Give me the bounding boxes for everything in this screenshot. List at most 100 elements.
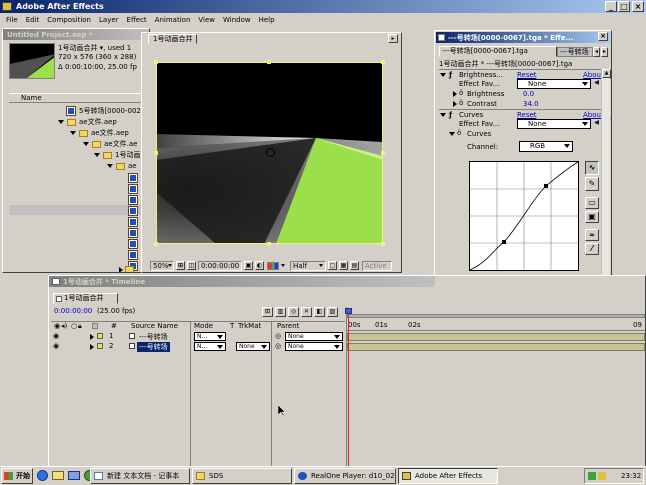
layer-row-2[interactable]: ◉ 2 ---号转场 N... None None ◎	[51, 342, 346, 352]
comp-menu-button[interactable]: ▸	[388, 34, 398, 43]
active-camera-dropdown[interactable]: Active	[362, 261, 392, 271]
fav-prev-icon[interactable]: ◀	[593, 119, 600, 128]
effects-tab-other[interactable]: ---号转场	[557, 47, 593, 57]
comp-viewer[interactable]	[156, 62, 383, 244]
reset-curve-button[interactable]: ⁄	[585, 243, 599, 255]
fx-toggle-icon[interactable]: ƒ	[449, 71, 452, 79]
region-of-interest-button[interactable]: ▢	[328, 261, 337, 270]
layer-handle[interactable]	[381, 151, 385, 155]
anchor-point-icon[interactable]	[266, 148, 275, 157]
expand-twirl-icon[interactable]	[107, 164, 113, 168]
label-color-icon[interactable]	[97, 333, 103, 339]
layer-handle[interactable]	[381, 60, 385, 64]
param-twirl-icon[interactable]	[453, 101, 457, 107]
curves-graph[interactable]	[469, 161, 579, 271]
taskbar-item-after-effects[interactable]: Adobe After Effects	[398, 468, 498, 484]
fav-prev-icon[interactable]: ◀	[593, 79, 600, 88]
layer-handle[interactable]	[267, 242, 271, 246]
menu-window[interactable]: Window	[219, 14, 255, 26]
channel-chevron-icon[interactable]	[281, 264, 285, 267]
transparency-grid-button[interactable]: ▦	[339, 261, 348, 270]
pencil-tool-button[interactable]: ✎	[585, 177, 599, 191]
label-color-icon[interactable]	[97, 343, 103, 349]
expand-twirl-icon[interactable]	[70, 131, 76, 135]
expand-twirl-icon[interactable]	[440, 113, 446, 117]
zoom-chevron-icon[interactable]	[168, 264, 172, 267]
menu-file[interactable]: File	[2, 14, 22, 26]
taskbar-item-notepad[interactable]: 新建 文本文档 - 记事本	[90, 468, 190, 484]
layer-parent-dropdown[interactable]: None	[285, 342, 343, 351]
t-header[interactable]: T	[230, 322, 234, 330]
work-area-bar[interactable]	[347, 314, 645, 318]
mode-header[interactable]: Mode	[194, 322, 213, 330]
param-twirl-icon[interactable]	[453, 91, 457, 97]
curve-tool-button[interactable]: ∿	[585, 161, 599, 175]
open-curve-button[interactable]: ▭	[585, 197, 599, 209]
collapse-twirl-icon[interactable]	[119, 267, 123, 272]
brightness-fav-dropdown[interactable]: None	[517, 79, 591, 89]
close-button[interactable]: ×	[632, 1, 644, 12]
effects-close-button[interactable]: ×	[598, 32, 608, 41]
taskbar-item-sds[interactable]: SDS	[192, 468, 292, 484]
layer-mode-dropdown[interactable]: N...	[194, 332, 226, 341]
menu-view[interactable]: View	[194, 14, 219, 26]
current-time-field[interactable]: 0:00:00:00	[198, 261, 242, 271]
project-folder-ae4[interactable]: ae	[107, 161, 137, 171]
curves-effect-row[interactable]: ƒ Curves Reset About...	[439, 109, 610, 119]
layer-trkmat-dropdown[interactable]: None	[236, 342, 270, 351]
current-time-indicator[interactable]	[348, 310, 349, 466]
stopwatch-icon[interactable]: ö	[457, 129, 461, 137]
safe-zones-button[interactable]: ⊞	[176, 261, 185, 270]
time-ruler[interactable]: 00s 01s 02s 09	[347, 321, 645, 331]
parent-header[interactable]: Parent	[277, 322, 299, 330]
quicklaunch-mail-icon[interactable]	[52, 471, 64, 480]
layer-source-name-selected[interactable]: ---号转场	[137, 342, 170, 352]
expand-twirl-icon[interactable]	[440, 73, 446, 77]
tray-network-icon[interactable]	[588, 472, 596, 480]
layer-twirl-icon[interactable]	[90, 334, 94, 340]
footage-icon[interactable]	[128, 239, 138, 249]
menu-edit[interactable]: Edit	[22, 14, 44, 26]
layer-duration-bar-2[interactable]	[347, 343, 645, 351]
layer-mode-dropdown[interactable]: N...	[194, 342, 226, 351]
comp-tab[interactable]: 1号动画合并	[148, 34, 198, 44]
quicklaunch-ie-icon[interactable]	[37, 470, 48, 481]
menu-help[interactable]: Help	[255, 14, 279, 26]
visibility-eye-icon[interactable]: ◉	[53, 332, 59, 340]
playhead-handle-icon[interactable]	[345, 308, 352, 314]
layer-handle[interactable]	[154, 60, 158, 64]
project-name-column-header[interactable]: Name	[9, 93, 149, 103]
layer-handle[interactable]	[381, 242, 385, 246]
rgb-channel-icon[interactable]	[267, 262, 279, 270]
grid-button[interactable]: ▤	[350, 261, 359, 270]
draft-3d-button[interactable]: ▨	[327, 307, 338, 317]
brightness-value[interactable]: 0.0	[523, 90, 534, 98]
expand-twirl-icon[interactable]	[58, 120, 64, 124]
fx-toggle-icon[interactable]: ƒ	[449, 111, 452, 119]
tray-clock[interactable]: 23:32	[621, 472, 641, 480]
tab-scroll-right-button[interactable]: ▸	[601, 47, 608, 57]
expand-twirl-icon[interactable]	[94, 153, 100, 157]
footage-icon[interactable]	[128, 228, 138, 238]
footage-icon[interactable]	[128, 217, 138, 227]
comp-marker-button[interactable]: ⊡	[262, 307, 273, 317]
quicklaunch-desktop-icon[interactable]	[68, 471, 80, 480]
parent-pickwhip-icon[interactable]: ◎	[275, 332, 281, 340]
live-update-button[interactable]: ◧	[314, 307, 325, 317]
tab-scroll-left-button[interactable]: ◂	[593, 47, 600, 57]
project-folder-ae3[interactable]: ae文件.ae	[83, 139, 137, 149]
visibility-eye-icon[interactable]: ◉	[53, 342, 59, 350]
project-folder-anim1[interactable]: 1号动画	[94, 150, 140, 160]
snapshot-button[interactable]: ◫	[187, 261, 196, 270]
footage-icon[interactable]	[128, 206, 138, 216]
graph-button[interactable]: ✕	[301, 307, 312, 317]
layer-handle[interactable]	[154, 242, 158, 246]
project-item-5-transition[interactable]: 5号转场[0000-002	[66, 106, 141, 116]
effects-tab-active[interactable]: ---号转场[0000-0067].tga	[439, 46, 557, 57]
start-button[interactable]: 开始	[1, 468, 33, 484]
layer-source-name[interactable]: ---号转场	[139, 332, 168, 342]
channel-dropdown[interactable]: RGB	[519, 141, 573, 152]
footage-icon[interactable]	[128, 195, 138, 205]
layer-handle[interactable]	[154, 151, 158, 155]
menu-composition[interactable]: Composition	[43, 14, 95, 26]
